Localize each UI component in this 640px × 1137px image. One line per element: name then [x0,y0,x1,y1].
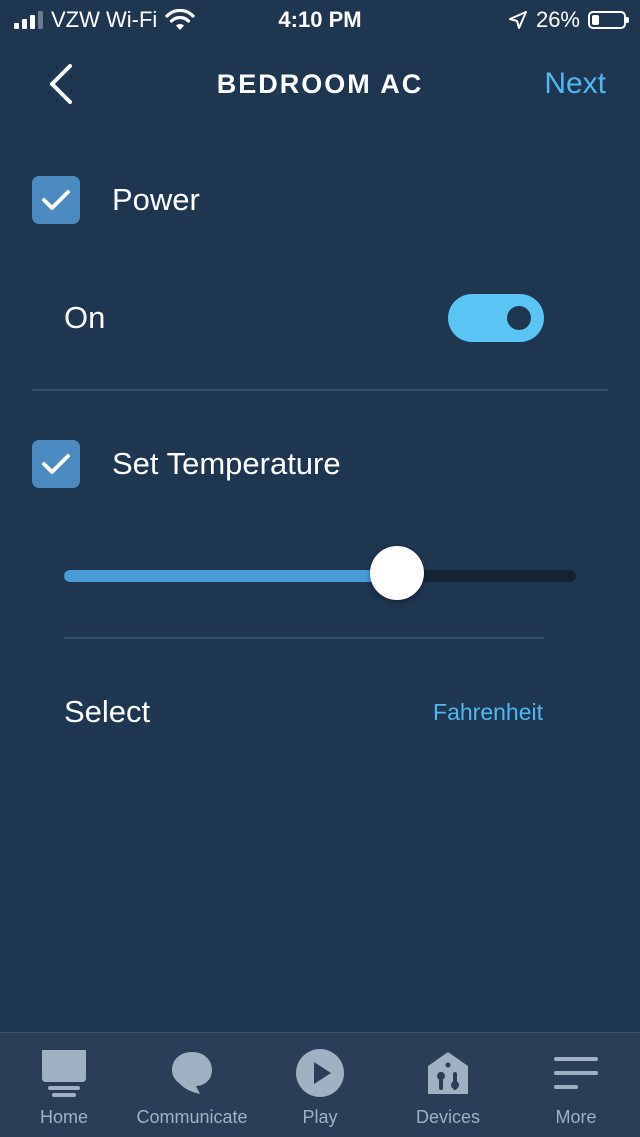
tab-communicate[interactable]: Communicate [128,1033,256,1137]
power-label: Power [112,182,200,217]
tab-more[interactable]: More [512,1033,640,1137]
chat-bubble-icon [172,1052,212,1094]
temperature-slider[interactable] [64,570,576,582]
tab-bar: Home Communicate Play Devices More [0,1032,640,1137]
menu-icon [554,1057,598,1089]
temperature-divider [64,637,544,639]
tab-home[interactable]: Home [0,1033,128,1137]
devices-icon [428,1052,468,1094]
play-icon [296,1049,344,1097]
battery-icon [588,11,629,29]
home-icon [42,1050,86,1097]
temperature-label: Set Temperature [112,446,341,481]
power-checkbox[interactable] [32,176,80,224]
toggle-knob [507,306,531,330]
status-bar-right: 26% [508,6,629,34]
checkmark-icon [42,190,70,210]
tab-play[interactable]: Play [256,1033,384,1137]
tab-label: More [555,1107,597,1127]
section-divider [32,389,608,391]
select-unit-label: Select [64,694,151,729]
unit-selector[interactable]: Fahrenheit [433,696,543,728]
slider-fill [64,570,397,582]
tab-label: Play [302,1107,338,1127]
tab-label: Home [39,1107,88,1127]
power-state-label: On [64,300,106,335]
battery-percent: 26% [535,7,580,32]
temperature-checkbox[interactable] [32,440,80,488]
power-toggle[interactable] [448,294,544,342]
tab-label: Devices [415,1107,481,1127]
tab-devices[interactable]: Devices [384,1033,512,1137]
slider-thumb[interactable] [369,546,424,600]
location-arrow-icon [508,11,527,29]
tab-label: Communicate [136,1107,248,1127]
checkmark-icon [42,454,70,474]
next-button[interactable]: Next [544,64,606,104]
